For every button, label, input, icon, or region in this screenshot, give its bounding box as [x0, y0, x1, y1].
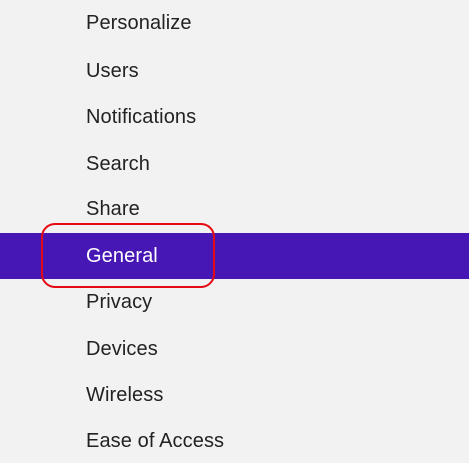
- menu-item-search[interactable]: Search: [0, 141, 469, 187]
- settings-panel: Personalize Users Notifications Search S…: [0, 0, 469, 463]
- menu-item-label: Ease of Access: [86, 430, 225, 452]
- menu-item-label: Notifications: [86, 106, 197, 128]
- menu-item-label: Users: [86, 60, 139, 82]
- menu-item-ease-of-access[interactable]: Ease of Access: [0, 418, 469, 463]
- menu-item-label: Search: [86, 153, 150, 175]
- menu-item-users[interactable]: Users: [0, 48, 469, 94]
- menu-item-share[interactable]: Share: [0, 186, 469, 232]
- menu-item-label: Privacy: [86, 291, 153, 313]
- menu-item-wireless[interactable]: Wireless: [0, 372, 469, 418]
- menu-item-label: Personalize: [86, 12, 192, 34]
- menu-item-label: Wireless: [86, 384, 164, 406]
- menu-item-personalize[interactable]: Personalize: [0, 0, 469, 46]
- menu-item-label: Devices: [86, 338, 158, 360]
- menu-item-general[interactable]: General: [0, 233, 469, 279]
- menu-item-privacy[interactable]: Privacy: [0, 279, 469, 325]
- menu-item-label: General: [86, 245, 158, 267]
- menu-item-label: Share: [86, 198, 140, 220]
- settings-category-list: Personalize Users Notifications Search S…: [0, 0, 469, 463]
- menu-item-notifications[interactable]: Notifications: [0, 94, 469, 140]
- menu-item-devices[interactable]: Devices: [0, 326, 469, 372]
